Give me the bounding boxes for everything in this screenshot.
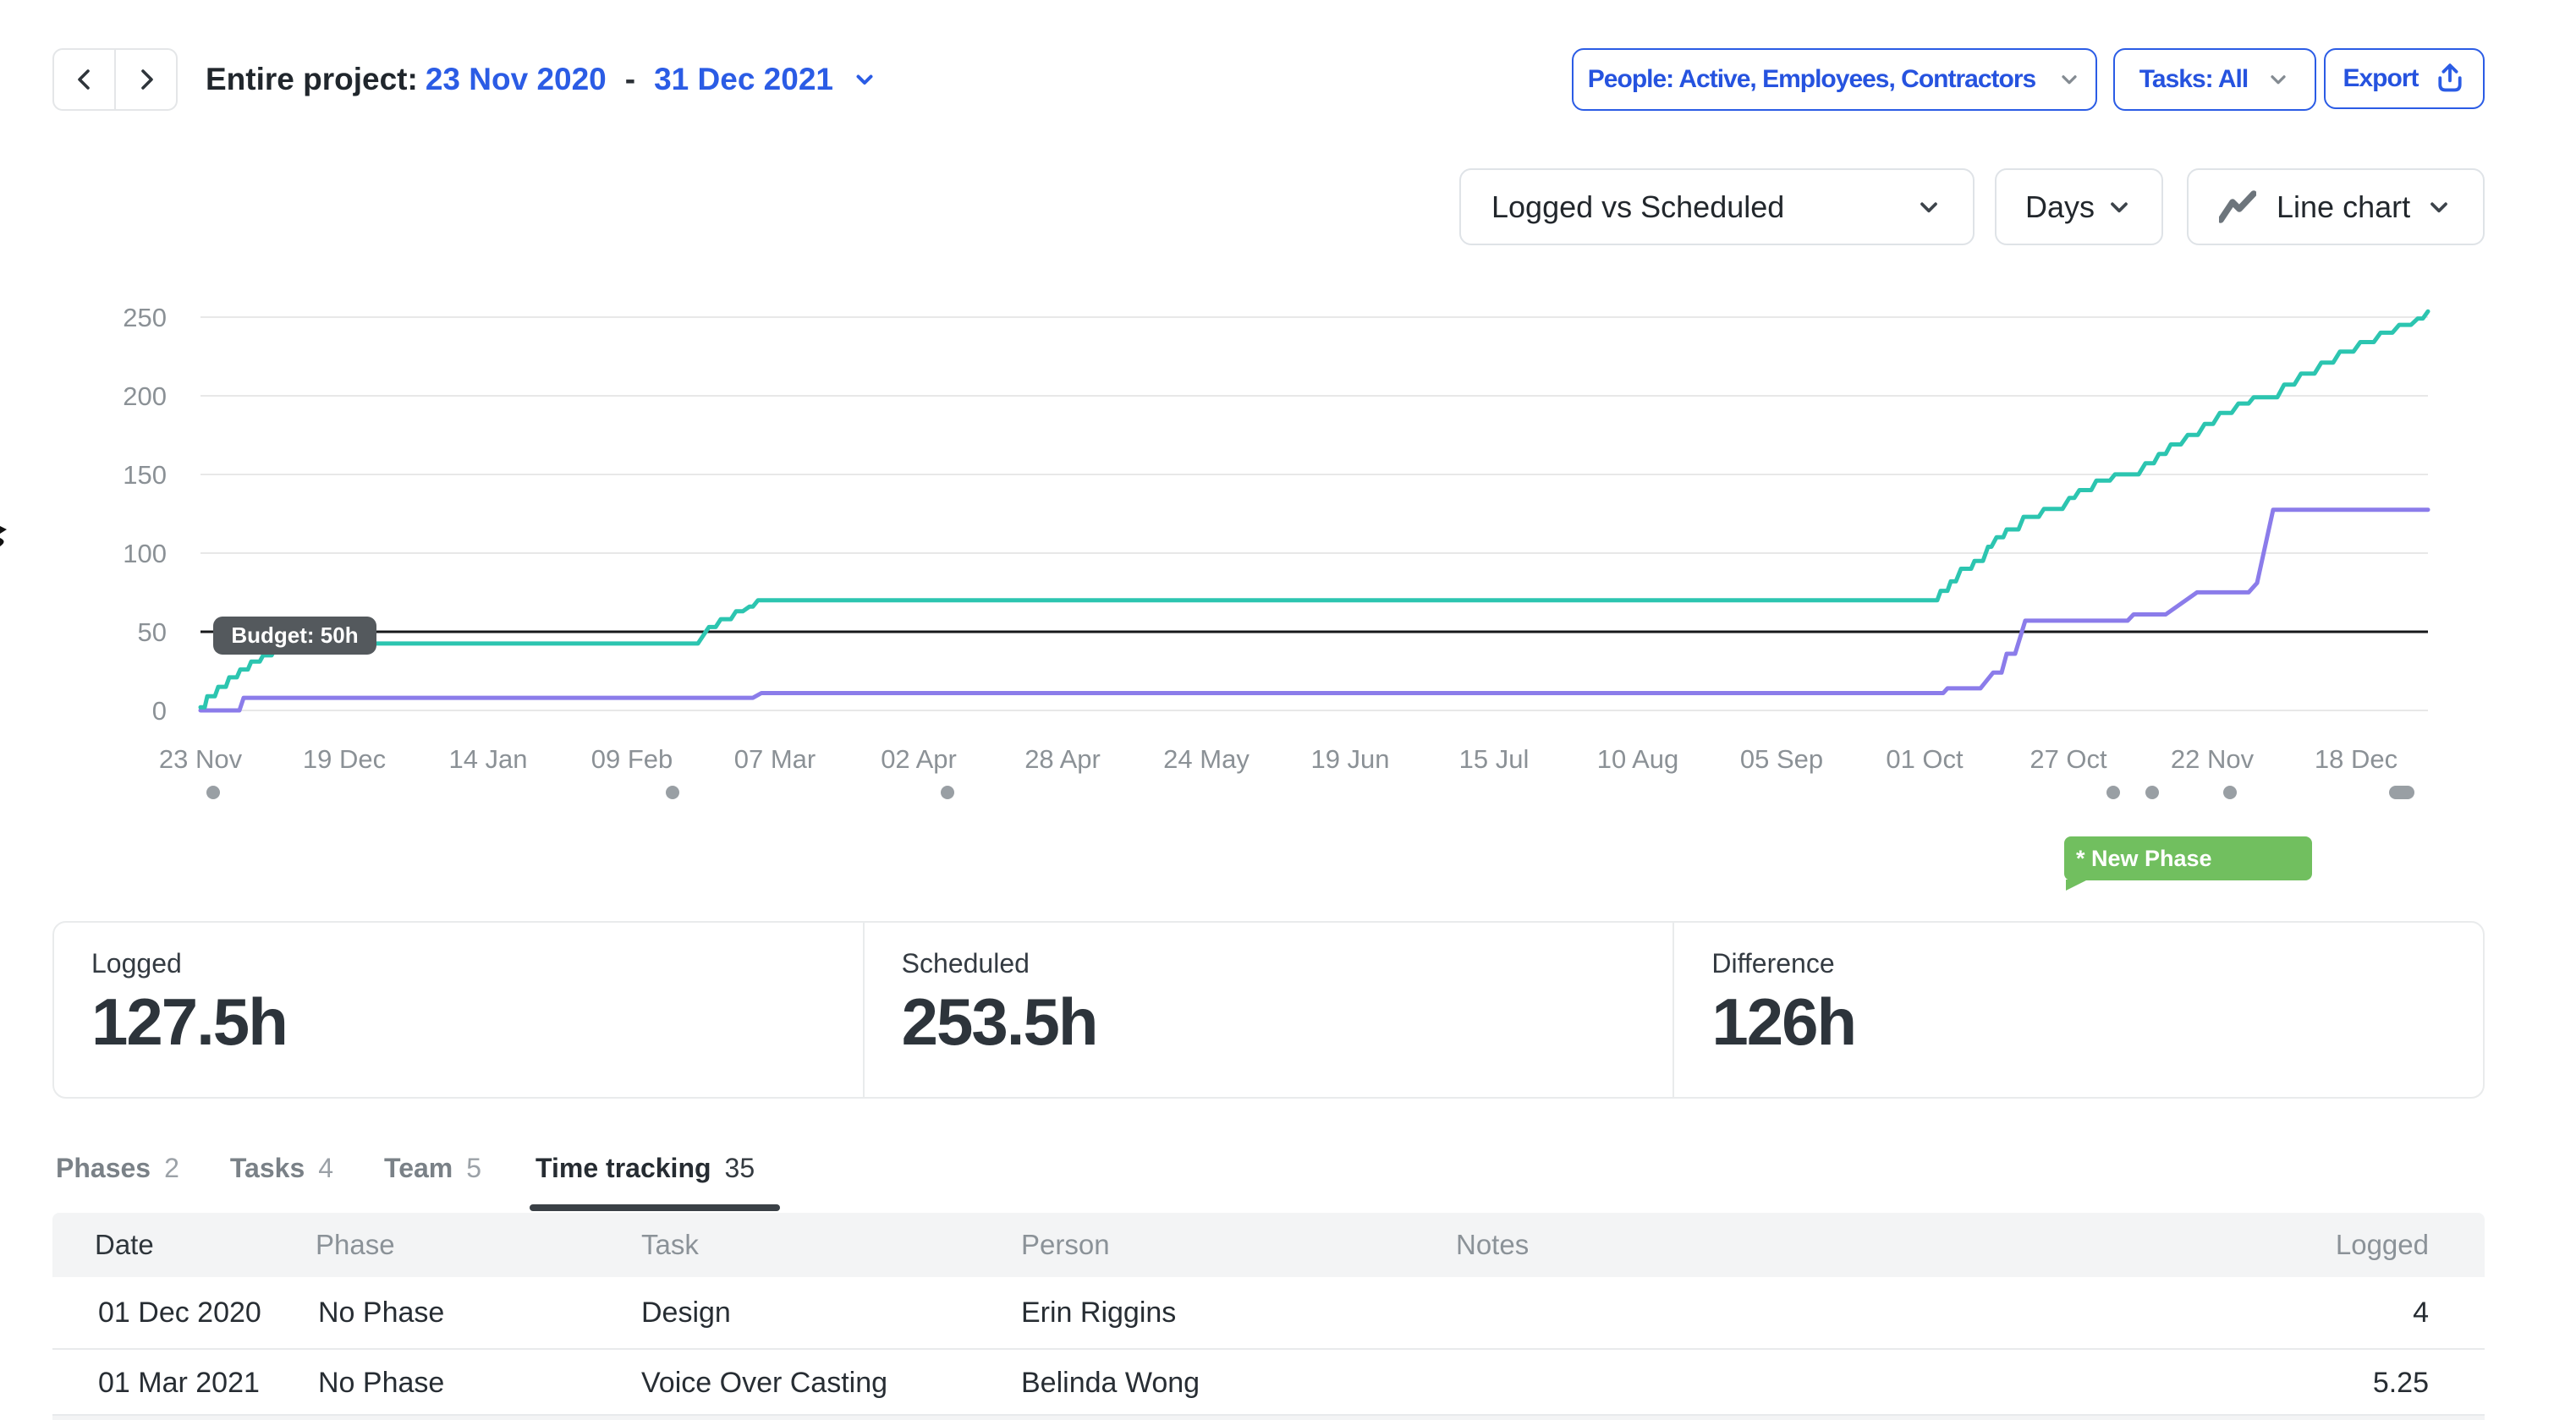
svg-text:0: 0 bbox=[152, 696, 167, 726]
svg-text:09 Feb: 09 Feb bbox=[591, 744, 673, 774]
svg-text:150: 150 bbox=[123, 460, 167, 490]
svg-text:07 Mar: 07 Mar bbox=[734, 744, 816, 774]
svg-text:14 Jan: 14 Jan bbox=[448, 744, 527, 774]
svg-text:28 Apr: 28 Apr bbox=[1024, 744, 1101, 774]
svg-text:100: 100 bbox=[123, 539, 167, 568]
svg-text:50: 50 bbox=[138, 617, 167, 647]
svg-text:200: 200 bbox=[123, 381, 167, 411]
svg-text:15 Jul: 15 Jul bbox=[1459, 744, 1530, 774]
svg-text:23 Nov: 23 Nov bbox=[159, 744, 243, 774]
svg-text:05 Sep: 05 Sep bbox=[1740, 744, 1823, 774]
svg-text:18 Dec: 18 Dec bbox=[2315, 744, 2397, 774]
svg-text:250: 250 bbox=[123, 303, 167, 332]
svg-text:27 Oct: 27 Oct bbox=[2029, 744, 2107, 774]
svg-text:19 Jun: 19 Jun bbox=[1310, 744, 1389, 774]
svg-text:22 Nov: 22 Nov bbox=[2171, 744, 2255, 774]
svg-text:24 May: 24 May bbox=[1163, 744, 1250, 774]
svg-text:19 Dec: 19 Dec bbox=[303, 744, 386, 774]
svg-text:10 Aug: 10 Aug bbox=[1597, 744, 1679, 774]
svg-text:01 Oct: 01 Oct bbox=[1886, 744, 1964, 774]
svg-text:02 Apr: 02 Apr bbox=[881, 744, 957, 774]
